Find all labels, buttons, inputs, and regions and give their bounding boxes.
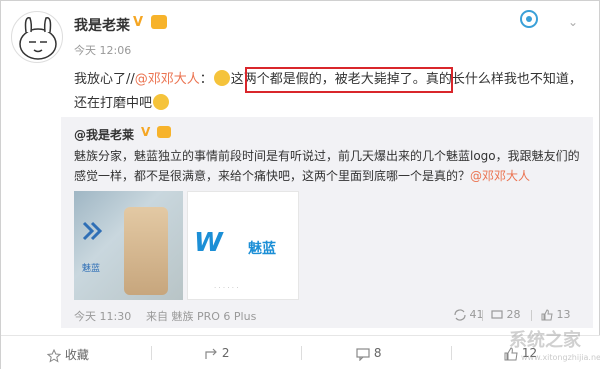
comment-count: 8	[373, 346, 382, 360]
comment-icon	[356, 347, 370, 361]
stat-divider	[531, 310, 532, 321]
quoted-level-badge-icon	[157, 126, 171, 138]
quoted-image-2[interactable]: W 魅蓝 · · · · · ·	[187, 191, 299, 300]
quoted-repost-stat[interactable]: 41	[454, 308, 484, 321]
image1-caption: 魅蓝	[82, 264, 101, 274]
quoted-post: @我是老莱 V 魅族分家，魅蓝独立的事情前段时间是有听说过，前几天爆出来的几个魅…	[61, 117, 593, 328]
decorative-flower-icon	[520, 10, 538, 28]
weibo-post-card: 我是老莱 V 今天 12:06 ⌄ 我放心了//@邓邓大人： 这两个都是假的，被老…	[0, 0, 600, 369]
post-text-part1: 我放心了//	[74, 72, 135, 87]
share-icon	[205, 348, 217, 359]
sweat-emoji-icon	[153, 94, 170, 110]
quoted-comment-stat[interactable]: 28	[491, 308, 521, 321]
quoted-like-count: 13	[556, 308, 571, 321]
comment-button[interactable]: 8	[356, 346, 381, 361]
footer-divider	[151, 346, 152, 360]
post-highlighted-text: 这两个都是假的，被老大毙掉了。	[230, 72, 426, 87]
post-text: 我放心了//@邓邓大人： 这两个都是假的，被老大毙掉了。真的长什么样我也不知道，还…	[74, 68, 589, 116]
repost-button[interactable]: 2	[204, 346, 229, 361]
verified-badge: V	[133, 15, 144, 30]
w-logo-icon: W	[194, 228, 223, 258]
phone-image	[124, 207, 168, 295]
crying-emoji-icon	[213, 70, 230, 86]
comment-icon	[491, 310, 503, 319]
post-time[interactable]: 今天 12:06	[74, 42, 131, 58]
site-watermark-url: www.xitongzhijia.net	[521, 353, 600, 362]
quoted-text: 魅族分家，魅蓝独立的事情前段时间是有听说过，前几天爆出来的几个魅蓝logo，我跟…	[74, 146, 584, 186]
thumb-up-icon	[541, 309, 553, 321]
image2-logo-text: 魅蓝	[248, 241, 276, 257]
post-username[interactable]: 我是老莱	[74, 15, 130, 35]
quoted-source: 来自 魅族 PRO 6 Plus	[146, 310, 257, 323]
meilan-logo-icon	[82, 221, 103, 241]
repost-count: 2	[221, 346, 230, 360]
quoted-mention-link[interactable]: @邓邓大人	[470, 169, 530, 183]
rabbit-avatar-icon	[19, 17, 57, 60]
chevron-down-icon[interactable]: ⌄	[568, 15, 578, 29]
repost-icon	[454, 309, 466, 321]
quoted-image-1[interactable]: 魅蓝	[74, 191, 183, 300]
site-watermark-logo: 系统之家	[509, 330, 581, 351]
favorite-button[interactable]: 收藏	[47, 346, 89, 363]
favorite-label: 收藏	[64, 348, 89, 362]
star-icon	[47, 348, 61, 363]
quoted-username[interactable]: @我是老莱	[74, 126, 134, 143]
quoted-time[interactable]: 今天 11:30	[74, 308, 131, 324]
stat-divider	[482, 310, 483, 321]
quoted-verified-badge: V	[141, 125, 151, 139]
footer-divider	[301, 346, 302, 360]
quoted-repost-count: 28	[506, 308, 521, 321]
level-badge-icon	[151, 15, 167, 29]
mention-link[interactable]: @邓邓大人	[135, 72, 200, 87]
avatar[interactable]	[11, 11, 63, 63]
quoted-like-stat[interactable]: 13	[541, 308, 571, 321]
image-watermark-icon: · · · · · ·	[214, 284, 239, 292]
post-text-part2: ：	[199, 72, 213, 87]
footer-divider	[451, 346, 452, 360]
